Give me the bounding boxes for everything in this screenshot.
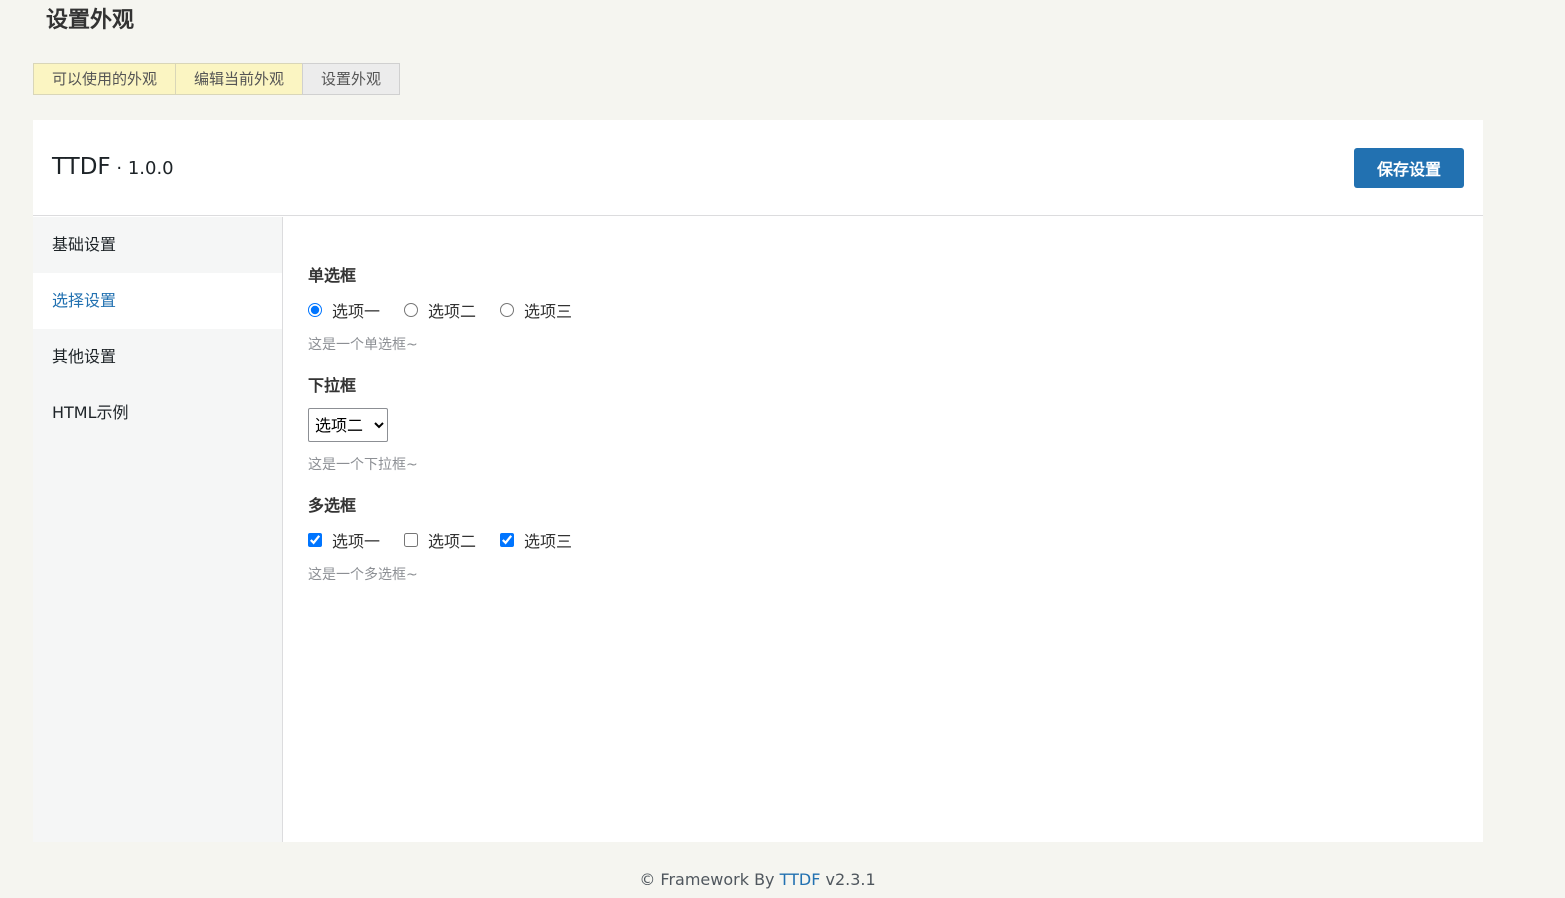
- checkbox-option-3-label: 选项三: [524, 532, 573, 551]
- radio-options: 选项一 选项二 选项三: [308, 298, 1458, 322]
- checkbox-options: 选项一 选项二 选项三: [308, 528, 1458, 552]
- checkbox-option-1[interactable]: 选项一: [308, 528, 380, 552]
- checkbox-field-desc: 这是一个多选框~: [308, 567, 418, 583]
- footer-prefix: © Framework By: [639, 870, 780, 889]
- radio-input-3[interactable]: [500, 303, 515, 317]
- radio-input-1[interactable]: [308, 303, 322, 317]
- radio-field-title: 单选框: [308, 266, 357, 285]
- checkbox-field: 多选框 选项一 选项二 选项三 这是一个多选框~: [308, 492, 1458, 584]
- sidebar-item-basic[interactable]: 基础设置: [33, 217, 282, 273]
- footer-version: v2.3.1: [820, 870, 876, 889]
- radio-option-3-label: 选项三: [524, 302, 573, 321]
- checkbox-input-1[interactable]: [308, 533, 322, 547]
- radio-option-2-label: 选项二: [428, 302, 477, 321]
- sidebar-item-html-example[interactable]: HTML示例: [33, 385, 282, 441]
- dropdown-select[interactable]: 选项二: [308, 408, 388, 442]
- appearance-tabs: 可以使用的外观 编辑当前外观 设置外观: [33, 63, 401, 95]
- settings-content: 单选框 选项一 选项二 选项三 这是一个单选框~ 下拉框 选项二 这是一个下拉框…: [308, 217, 1458, 584]
- radio-field-desc: 这是一个单选框~: [308, 337, 418, 353]
- radio-option-1-label: 选项一: [332, 302, 381, 321]
- radio-field: 单选框 选项一 选项二 选项三 这是一个单选框~: [308, 262, 1458, 354]
- tab-theme-settings[interactable]: 设置外观: [302, 63, 401, 95]
- brand-name: TTDF: [52, 154, 111, 180]
- settings-sidebar: 基础设置 选择设置 其他设置 HTML示例: [33, 217, 283, 842]
- checkbox-option-2[interactable]: 选项二: [404, 528, 476, 552]
- sidebar-item-other[interactable]: 其他设置: [33, 329, 282, 385]
- checkbox-option-3[interactable]: 选项三: [500, 528, 572, 552]
- tab-edit-theme[interactable]: 编辑当前外观: [175, 63, 303, 95]
- select-field-desc: 这是一个下拉框~: [308, 457, 418, 473]
- checkbox-option-2-label: 选项二: [428, 532, 477, 551]
- footer-ttdf-link[interactable]: TTDF: [780, 870, 821, 889]
- select-field-title: 下拉框: [308, 376, 357, 395]
- sidebar-item-select[interactable]: 选择设置: [33, 273, 282, 329]
- panel-header: TTDF · 1.0.0 保存设置: [33, 120, 1483, 216]
- radio-option-3[interactable]: 选项三: [500, 298, 572, 322]
- radio-option-1[interactable]: 选项一: [308, 298, 380, 322]
- checkbox-input-2[interactable]: [404, 533, 419, 547]
- brand-version: 1.0.0: [127, 158, 174, 179]
- checkbox-option-1-label: 选项一: [332, 532, 381, 551]
- tab-available-themes[interactable]: 可以使用的外观: [33, 63, 176, 95]
- brand-title: TTDF · 1.0.0: [52, 154, 174, 180]
- footer: © Framework By TTDF v2.3.1: [0, 870, 1515, 889]
- checkbox-input-3[interactable]: [500, 533, 515, 547]
- page-title: 设置外观: [46, 8, 135, 33]
- save-settings-button[interactable]: 保存设置: [1354, 148, 1464, 188]
- settings-panel: TTDF · 1.0.0 保存设置 基础设置 选择设置 其他设置 HTML示例 …: [33, 120, 1483, 842]
- radio-option-2[interactable]: 选项二: [404, 298, 476, 322]
- brand-separator: ·: [110, 158, 128, 179]
- select-field: 下拉框 选项二 这是一个下拉框~: [308, 372, 1458, 474]
- radio-input-2[interactable]: [404, 303, 419, 317]
- checkbox-field-title: 多选框: [308, 496, 357, 515]
